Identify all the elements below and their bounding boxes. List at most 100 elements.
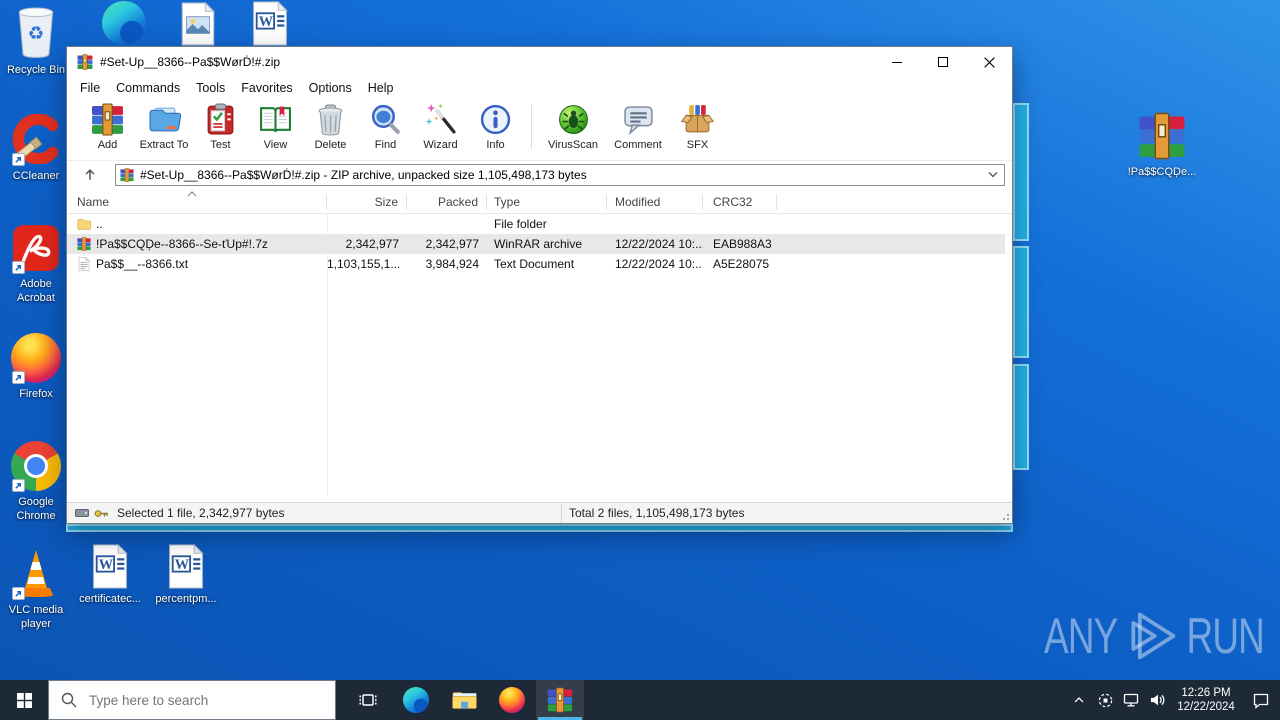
menu-tools[interactable]: Tools [188, 81, 233, 95]
column-header-type[interactable]: Type [487, 194, 607, 210]
minimize-button[interactable] [874, 47, 920, 77]
desktop-icon-label: Recycle Bin [6, 64, 66, 76]
taskbar-clock[interactable]: 12:26 PM 12/22/2024 [1174, 686, 1238, 714]
menu-favorites[interactable]: Favorites [233, 81, 300, 95]
shortcut-arrow-icon [12, 479, 25, 492]
virusscan-button[interactable]: VirusScan [540, 99, 606, 151]
menu-help[interactable]: Help [360, 81, 402, 95]
taskbar-explorer-button[interactable] [440, 680, 488, 720]
desktop-icon-edge[interactable] [88, 0, 160, 46]
taskbar-firefox-button[interactable] [488, 680, 536, 720]
maximize-button[interactable] [920, 47, 966, 77]
file-type: WinRAR archive [494, 237, 583, 251]
tray-meet-now-button[interactable] [1092, 680, 1118, 720]
image-file-icon [178, 2, 218, 46]
search-input[interactable] [87, 691, 311, 709]
shortcut-arrow-icon [12, 371, 25, 384]
find-magnifier-icon [371, 104, 400, 134]
menu-file[interactable]: File [72, 81, 108, 95]
file-packed: 3,984,924 [425, 257, 479, 271]
desktop-icon-vlc[interactable]: VLC media player [0, 548, 72, 631]
winrar-archive-icon [120, 167, 134, 182]
resize-grip[interactable] [1000, 511, 1010, 521]
extract-to-button[interactable]: Extract To [135, 99, 193, 151]
vlc-icon [10, 548, 62, 600]
tray-volume-button[interactable] [1144, 680, 1170, 720]
comment-button[interactable]: Comment [606, 99, 670, 151]
up-directory-button[interactable] [75, 164, 105, 186]
info-button[interactable]: Info [468, 99, 523, 151]
extract-folder-icon [149, 107, 181, 132]
desktop-icon-recycle-bin[interactable]: ♻ Recycle Bin [0, 2, 72, 77]
column-header-crc32[interactable]: CRC32 [703, 194, 777, 210]
file-modified: 12/22/2024 10:... [615, 257, 703, 271]
test-button[interactable]: Test [193, 99, 248, 151]
delete-button[interactable]: Delete [303, 99, 358, 151]
desktop: ♻ Recycle Bin CCleaner Adobe Acrobat Fir… [0, 0, 1280, 720]
desktop-icon-image-file[interactable] [162, 2, 234, 46]
menu-options[interactable]: Options [301, 81, 360, 95]
desktop-icon-word-file[interactable]: W [234, 1, 306, 46]
tray-expand-button[interactable] [1066, 680, 1092, 720]
address-row: #Set-Up__8366--Pa$$WørḊ!#.zip - ZIP arch… [67, 162, 1012, 187]
start-button[interactable] [0, 680, 48, 720]
desktop-icon-percent-doc[interactable]: W percentpm... [150, 544, 222, 606]
svg-text:W: W [259, 14, 274, 30]
desktop-icon-archive[interactable]: !Pa$$CQḐe... [1126, 110, 1198, 179]
file-row[interactable]: .. File folder [67, 214, 1005, 234]
edge-icon [101, 0, 147, 46]
task-view-button[interactable] [344, 680, 392, 720]
action-center-button[interactable] [1242, 680, 1280, 720]
watermark-text-run: RUN [1186, 606, 1264, 664]
file-type: Text Document [494, 257, 575, 271]
shortcut-arrow-icon [12, 587, 25, 600]
column-header-modified[interactable]: Modified [607, 194, 703, 210]
winrar-window: #Set-Up__8366--Pa$$WørḊ!#.zip File Comma… [66, 46, 1013, 524]
column-header-name[interactable]: Name [67, 194, 327, 210]
desktop-icon-ccleaner[interactable]: CCleaner [0, 112, 72, 183]
view-button[interactable]: View [248, 99, 303, 151]
wizard-button[interactable]: Wizard [413, 99, 468, 151]
desktop-icon-firefox[interactable]: Firefox [0, 332, 72, 401]
toolbar: Add Extract To Test View Delete Find Wiz… [67, 99, 1012, 161]
taskbar-edge-button[interactable] [392, 680, 440, 720]
minimize-icon [892, 62, 902, 63]
wallpaper-beam [1013, 103, 1029, 241]
title-bar[interactable]: #Set-Up__8366--Pa$$WørḊ!#.zip [67, 47, 1012, 77]
text-file-icon [78, 257, 90, 271]
desktop-icon-label: CCleaner [12, 170, 60, 182]
file-crc32: A5E28075 [713, 257, 770, 271]
desktop-icon-certificate-doc[interactable]: W certificatec... [74, 544, 146, 606]
add-button[interactable]: Add [80, 99, 135, 151]
taskbar-winrar-button[interactable] [536, 680, 584, 720]
wallpaper-beam [1013, 364, 1029, 470]
menu-commands[interactable]: Commands [108, 81, 188, 95]
desktop-icon-adobe-acrobat[interactable]: Adobe Acrobat [0, 222, 72, 305]
status-total-text: Total 2 files, 1,105,498,173 bytes [569, 506, 745, 520]
clock-time: 12:26 PM [1181, 687, 1231, 699]
info-icon [480, 104, 511, 135]
file-name: !Pa$$CQḐe--8366--Se-ťUp#!.7z [96, 237, 268, 251]
file-row-selected[interactable]: !Pa$$CQḐe--8366--Se-ťUp#!.7z 2,342,977 2… [67, 234, 1005, 254]
desktop-icon-label: Adobe Acrobat [17, 278, 55, 304]
status-separator [561, 504, 562, 523]
desktop-icon-google-chrome[interactable]: Google Chrome [0, 440, 72, 523]
sfx-button[interactable]: SFX [670, 99, 725, 151]
chrome-icon [10, 440, 62, 492]
archive-path-combobox[interactable]: #Set-Up__8366--Pa$$WørḊ!#.zip - ZIP arch… [115, 163, 1005, 186]
file-row[interactable]: Pa$$__--8366.txt 1,103,155,1... 3,984,92… [67, 254, 1005, 274]
desktop-icon-label: percentpm... [155, 593, 217, 605]
tray-network-button[interactable] [1118, 680, 1144, 720]
key-icon [94, 509, 108, 517]
wizard-wand-icon [425, 103, 456, 134]
find-button[interactable]: Find [358, 99, 413, 151]
taskbar-search[interactable] [48, 680, 336, 720]
desktop-icon-label: Firefox [19, 388, 53, 400]
file-crc32: EAB988A3 [713, 237, 772, 251]
column-header-packed[interactable]: Packed [407, 194, 487, 210]
anyrun-logo-icon [1130, 612, 1175, 660]
column-header-size[interactable]: Size [327, 194, 407, 210]
drive-icon [75, 509, 89, 517]
close-button[interactable] [966, 47, 1012, 77]
firefox-icon [499, 687, 525, 713]
